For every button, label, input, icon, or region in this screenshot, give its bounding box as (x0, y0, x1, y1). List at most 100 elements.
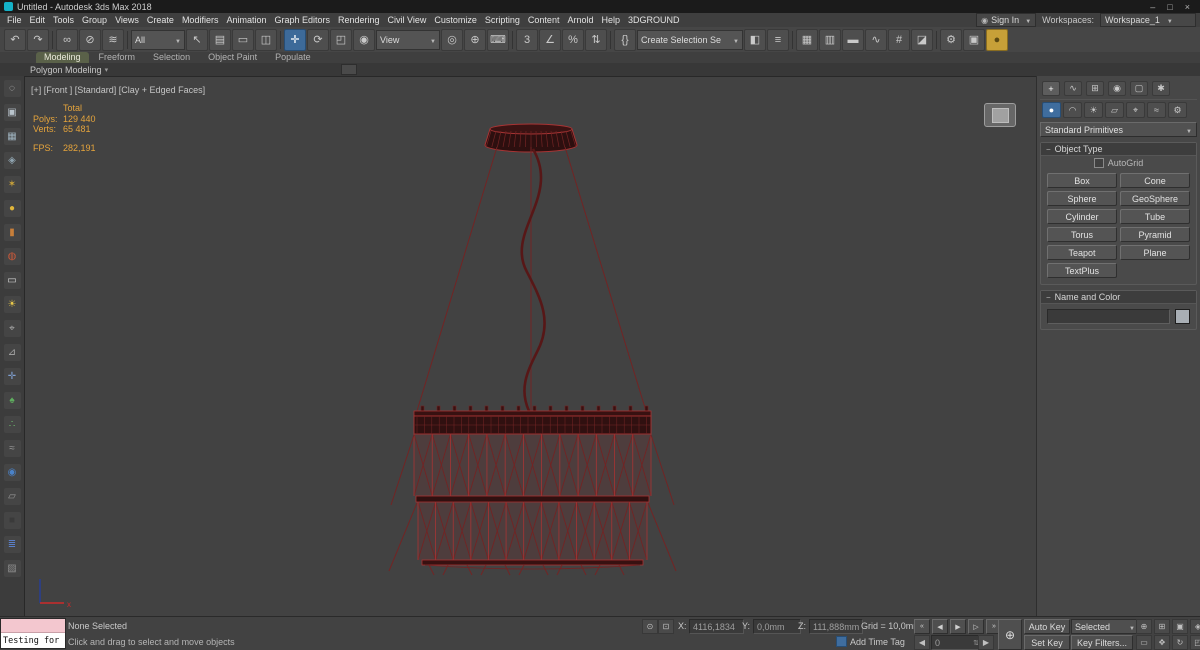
rectangular-selection-region-icon[interactable]: ▭ (232, 28, 254, 51)
previous-frame-icon[interactable]: ◀ (932, 619, 948, 634)
unlink-selection-icon[interactable]: ⊘ (79, 28, 101, 51)
use-pivot-point-icon[interactable]: ◎ (441, 28, 463, 51)
tool-spray-icon[interactable]: ✶ (3, 176, 21, 193)
menu-views[interactable]: Views (111, 15, 143, 25)
ribbon-tab-modeling[interactable]: Modeling (36, 52, 89, 63)
curve-editor-icon[interactable]: ∿ (865, 28, 887, 51)
render-setup-icon[interactable]: ⚙ (940, 28, 962, 51)
hierarchy-tab-icon[interactable]: ⊞ (1086, 81, 1104, 96)
minimize-button[interactable]: – (1150, 2, 1155, 12)
scene-explorer-toggle-icon[interactable]: ▦ (796, 28, 818, 51)
window-crossing-icon[interactable]: ◫ (255, 28, 277, 51)
ribbon-tab-selection[interactable]: Selection (145, 52, 198, 63)
orbit-icon[interactable]: ↻ (1172, 635, 1188, 650)
category-helpers-icon[interactable]: ⌖ (1126, 102, 1145, 118)
primitive-category-dropdown[interactable]: Standard Primitives (1040, 122, 1197, 137)
select-and-manipulate-icon[interactable]: ⊕ (464, 28, 486, 51)
zoom-all-icon[interactable]: ⊞ (1154, 619, 1170, 634)
select-and-link-icon[interactable]: ∞ (56, 28, 78, 51)
tool-teapot-icon[interactable]: ◍ (3, 248, 21, 265)
zoom-region-icon[interactable]: ▭ (1136, 635, 1152, 650)
menu-help[interactable]: Help (597, 15, 624, 25)
menu-tools[interactable]: Tools (49, 15, 78, 25)
material-editor-icon[interactable]: ◪ (911, 28, 933, 51)
select-and-move-icon[interactable]: ✛ (284, 28, 306, 51)
menu-arnold[interactable]: Arnold (563, 15, 597, 25)
selection-lock-icon[interactable]: ⊡ (658, 619, 674, 634)
percent-snap-icon[interactable]: % (562, 28, 584, 51)
primitive-textplus-button[interactable]: TextPlus (1047, 263, 1117, 278)
viewport-front[interactable]: [+] [Front ] [Standard] [Clay + Edged Fa… (24, 76, 1045, 617)
select-and-place-icon[interactable]: ◉ (353, 28, 375, 51)
listener-line[interactable]: Testing for ↓ (1, 633, 65, 648)
menu-civil-view[interactable]: Civil View (384, 15, 431, 25)
tool-gray-icon[interactable]: ▨ (3, 560, 21, 577)
tool-globe-icon[interactable]: ◉ (3, 464, 21, 481)
tool-grid-icon[interactable]: ▦ (3, 128, 21, 145)
category-space-warps-icon[interactable]: ≈ (1147, 102, 1166, 118)
select-and-rotate-icon[interactable]: ⟳ (307, 28, 329, 51)
tool-light-icon[interactable]: ☀ (3, 296, 21, 313)
workspace-dropdown[interactable]: Workspace_1 (1100, 13, 1196, 27)
zoom-extents-icon[interactable]: ▣ (1172, 619, 1188, 634)
primitive-box-button[interactable]: Box (1047, 173, 1117, 188)
category-cameras-icon[interactable]: ▱ (1105, 102, 1124, 118)
ribbon-config-icon[interactable] (341, 64, 358, 75)
x-coordinate-field[interactable]: 4116,1834 (689, 619, 744, 634)
y-coordinate-field[interactable]: 0,0mm (753, 619, 801, 634)
polygon-modeling-panel[interactable]: Polygon Modeling (30, 65, 102, 75)
select-and-scale-icon[interactable]: ◰ (330, 28, 352, 51)
tool-snapshot-icon[interactable]: ▣ (3, 104, 21, 121)
tool-layers-icon[interactable]: ≣ (3, 536, 21, 553)
tool-rain-icon[interactable]: ∴ (3, 416, 21, 433)
menu-file[interactable]: File (3, 15, 26, 25)
bind-to-space-warp-icon[interactable]: ≋ (102, 28, 124, 51)
primitive-geosphere-button[interactable]: GeoSphere (1120, 191, 1190, 206)
zoom-extents-all-icon[interactable]: ◈ (1190, 619, 1200, 634)
ribbon-toggle-icon[interactable]: ▬ (842, 28, 864, 51)
auto-key-button[interactable]: Auto Key (1024, 619, 1070, 634)
select-by-name-icon[interactable]: ▤ (209, 28, 231, 51)
menu-create[interactable]: Create (143, 15, 178, 25)
schematic-view-icon[interactable]: # (888, 28, 910, 51)
tool-bone-icon[interactable]: ⊿ (3, 344, 21, 361)
named-selection-sets-icon[interactable]: {} (614, 28, 636, 51)
autogrid-checkbox[interactable] (1093, 158, 1104, 168)
next-frame-icon[interactable]: ▷ (968, 619, 984, 634)
primitive-torus-button[interactable]: Torus (1047, 227, 1117, 242)
tool-select-circle-icon[interactable]: ◌ (3, 80, 21, 97)
menu-group[interactable]: Group (78, 15, 111, 25)
named-selection-set-dropdown[interactable]: Create Selection Se (637, 29, 743, 50)
play-icon[interactable]: ▶ (950, 619, 966, 634)
category-lights-icon[interactable]: ☀ (1084, 102, 1103, 118)
tool-target-icon[interactable]: ⌖ (3, 320, 21, 337)
sign-in-button[interactable]: ◉ Sign In (976, 13, 1037, 27)
menu-graph-editors[interactable]: Graph Editors (270, 15, 334, 25)
pan-icon[interactable]: ✥ (1154, 635, 1170, 650)
menu-animation[interactable]: Animation (222, 15, 270, 25)
angle-snap-icon[interactable]: ∠ (539, 28, 561, 51)
primitive-teapot-button[interactable]: Teapot (1047, 245, 1117, 260)
tool-cylinder-icon[interactable]: ▮ (3, 224, 21, 241)
menu-scripting[interactable]: Scripting (481, 15, 524, 25)
snap-toggle-3d-icon[interactable]: 3 (516, 28, 538, 51)
ribbon-tab-object-paint[interactable]: Object Paint (200, 52, 265, 63)
menu-rendering[interactable]: Rendering (334, 15, 384, 25)
menu-content[interactable]: Content (524, 15, 564, 25)
object-name-input[interactable] (1047, 309, 1170, 324)
display-tab-icon[interactable]: ▢ (1130, 81, 1148, 96)
current-frame-field[interactable]: 0 ⇅ (931, 635, 983, 650)
keyboard-shortcut-override-icon[interactable]: ⌨ (487, 28, 509, 51)
modify-tab-icon[interactable]: ∿ (1064, 81, 1082, 96)
mirror-icon[interactable]: ◧ (744, 28, 766, 51)
spinner-snap-icon[interactable]: ⇅ (585, 28, 607, 51)
viewcube-face[interactable] (992, 108, 1009, 123)
chevron-down-icon[interactable] (105, 64, 109, 75)
object-type-rollout-header[interactable]: Object Type (1041, 143, 1196, 156)
previous-key-icon[interactable]: ◀ (914, 635, 930, 650)
z-coordinate-field[interactable]: 111,888mm (809, 619, 863, 634)
tool-mesh-icon[interactable]: ◈ (3, 152, 21, 169)
macro-recorder-line[interactable] (1, 619, 65, 633)
menu-edit[interactable]: Edit (26, 15, 50, 25)
object-color-swatch[interactable] (1175, 309, 1190, 324)
